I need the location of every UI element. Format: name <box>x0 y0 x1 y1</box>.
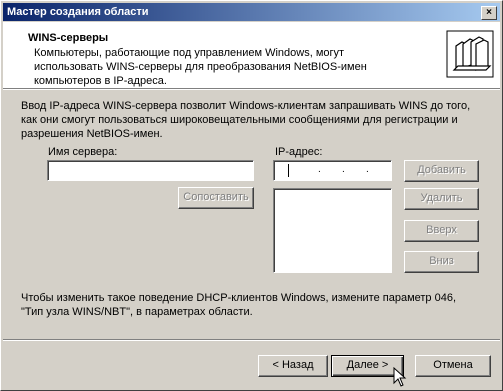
add-button[interactable]: Добавить <box>404 160 479 182</box>
page-title: WINS-серверы <box>28 32 109 44</box>
header-divider <box>3 88 500 90</box>
intro-text: Ввод IP-адреса WINS-сервера позволит Win… <box>21 100 471 140</box>
server-name-label: Имя сервера: <box>48 146 118 158</box>
footer-note: Чтобы изменить такое поведение DHCP-клие… <box>21 292 457 318</box>
cancel-button[interactable]: Отмена <box>415 355 491 377</box>
back-button[interactable]: < Назад <box>258 355 328 377</box>
remove-button[interactable]: Удалить <box>404 188 479 210</box>
ip-address-value: . . . <box>318 164 369 175</box>
wizard-header: WINS-серверы Компьютеры, работающие под … <box>3 22 500 88</box>
page-subtitle: Компьютеры, работающие под управлением W… <box>34 47 367 87</box>
title-bar: Мастер создания области × <box>3 3 500 21</box>
close-icon[interactable]: × <box>481 6 497 20</box>
ip-address-label: IP-адрес: <box>275 146 323 158</box>
wizard-folders-icon <box>446 30 494 78</box>
mouse-pointer-icon <box>393 367 407 387</box>
ip-address-input[interactable]: . . . <box>273 160 392 181</box>
window-title: Мастер создания области <box>7 6 149 18</box>
wizard-window: Мастер создания области × WINS-серверы К… <box>0 0 503 391</box>
server-name-input[interactable] <box>47 160 254 181</box>
footer-divider <box>3 339 500 341</box>
move-down-button[interactable]: Вниз <box>404 251 479 273</box>
wins-server-list[interactable] <box>273 188 392 273</box>
move-up-button[interactable]: Вверх <box>404 220 479 242</box>
resolve-button[interactable]: Сопоставить <box>178 187 254 209</box>
